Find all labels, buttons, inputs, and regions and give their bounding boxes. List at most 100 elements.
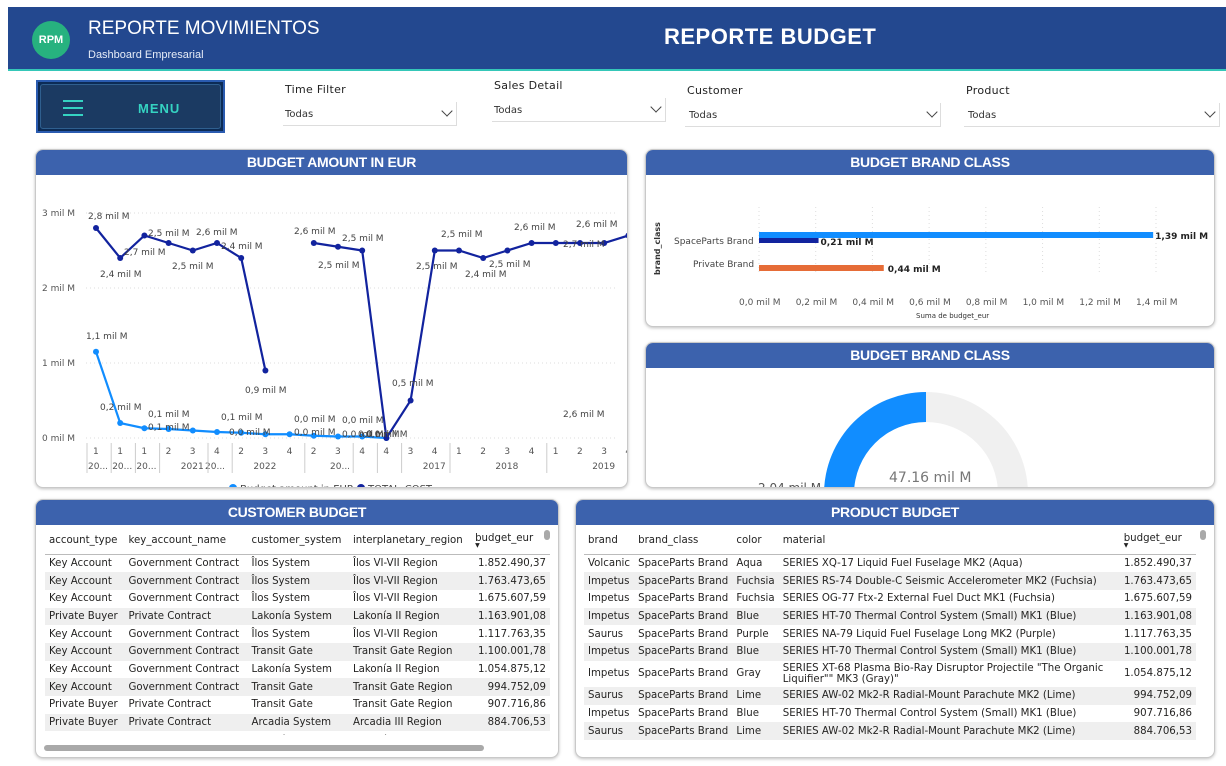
total-cost-point[interactable] — [238, 255, 245, 261]
table-cell: Transit Gate — [251, 699, 313, 711]
total-cost-point[interactable] — [310, 240, 317, 246]
table-row[interactable]: Private Buyer Private Contract Lakonía Sys… — [45, 607, 550, 626]
total-cost-point[interactable] — [214, 240, 220, 246]
total-cost-point[interactable] — [141, 232, 148, 239]
total-cost-point[interactable] — [93, 225, 99, 231]
table-row[interactable]: Impetus SpaceParts Brand Fuchsia SERIES RS-… — [584, 572, 1196, 590]
y-axis-title: brand_class — [653, 222, 662, 275]
table-row[interactable]: Key Account Government Contract Îlos Syste… — [45, 572, 550, 590]
customer-filter-dropdown[interactable] — [685, 103, 941, 127]
table-cell: Transit Gate — [247, 642, 349, 661]
vertical-scrollbar[interactable] — [1200, 530, 1206, 540]
table-cell: 1.117.763,35 — [1123, 628, 1192, 640]
legend-total-label: TOTAL_COST — [367, 484, 433, 488]
table-row[interactable]: Impetus SpaceParts Brand Gray SERIES XT-68 … — [584, 661, 1196, 687]
column-header-customer-system[interactable]: customer_system — [247, 525, 349, 555]
table-row[interactable]: Volcanic SpaceParts Brand Aqua SERIES XQ-17… — [584, 555, 1196, 573]
total-cost-point[interactable] — [504, 247, 511, 254]
table-row[interactable]: Impetus SpaceParts Brand Blue SERIES HT-70 … — [584, 705, 1196, 723]
table-row[interactable]: Key Account Government Contract Îlos Syste… — [45, 625, 550, 643]
total-cost-data-label: 2,4 mil M — [465, 270, 507, 280]
other-brand-bar[interactable] — [759, 265, 884, 271]
table-row[interactable]: Key Account Government Contract Îlos Syste… — [45, 555, 550, 573]
table-row[interactable]: Key AccountGovernment ContractLakonía Sy… — [45, 731, 550, 736]
table-cell: Key Account — [49, 628, 112, 640]
budget-amount-point[interactable] — [286, 431, 293, 438]
x-tick-label: 2 — [166, 447, 172, 457]
column-header-color[interactable]: color — [732, 525, 779, 555]
x-tick-label: 3 — [408, 447, 414, 457]
table-cell: Transit Gate — [247, 678, 349, 696]
product-budget-title: PRODUCT BUDGET — [576, 500, 1214, 525]
table-row[interactable]: Saurus SpaceParts Brand Lime SERIES AW-02 M… — [584, 722, 1196, 741]
column-header-account-type[interactable]: account_type — [45, 525, 125, 555]
budget-amount-point[interactable] — [117, 420, 124, 426]
total-cost-point[interactable] — [165, 240, 172, 246]
table-cell: SERIES RS-74 Double-C Seismic Accelerome… — [778, 572, 1120, 590]
table-row[interactable]: Impetus SpaceParts Brand Fuchsia SERIES OG-… — [584, 590, 1196, 608]
menu-button[interactable]: MENU — [36, 80, 225, 133]
table-cell: Government Contract — [125, 731, 248, 736]
column-header-budget-eur[interactable]: budget_eur ▼ — [1119, 525, 1196, 555]
table-row[interactable]: Key Account Government Contract Îlos Syste… — [45, 590, 550, 608]
table-row[interactable]: Saurus SpaceParts Brand Purple SERIES NA-79… — [584, 625, 1196, 643]
table-cell: SERIES HT-70 Thermal Control System (Sma… — [778, 607, 1120, 626]
budget-amount-point[interactable] — [141, 425, 148, 432]
column-header-key-account-name[interactable]: key_account_name — [124, 525, 248, 555]
table-row[interactable]: Impetus SpaceParts Brand Blue SERIES HT-70 … — [584, 607, 1196, 626]
sort-desc-icon: ▼ — [475, 542, 480, 549]
total-cost-point[interactable] — [189, 247, 196, 254]
total-cost-point[interactable] — [407, 397, 414, 404]
x-tick-label: 2 — [238, 447, 244, 457]
table-row[interactable]: Key Account Government Contract Transit Ga… — [45, 678, 550, 696]
table-cell: Government Contract — [124, 572, 248, 590]
total-cost-point[interactable] — [456, 247, 462, 254]
total-cost-point[interactable] — [528, 240, 535, 246]
column-header-material[interactable]: material — [778, 525, 1120, 555]
total-cost-point[interactable] — [480, 255, 487, 261]
total-cost-data-label: 2,7 mil M — [124, 248, 166, 258]
y-tick-label: 2 mil M — [42, 284, 75, 294]
table-cell: Lime — [732, 687, 779, 705]
budget-amount-point[interactable] — [335, 433, 341, 440]
flagship-brand-bar[interactable] — [759, 232, 1154, 238]
x-year-label: 2019 — [592, 462, 615, 472]
budget-amount-point[interactable] — [189, 427, 196, 434]
table-cell: SERIES OG-77 Ftx-2 External Fuel Duct MK… — [782, 593, 1056, 605]
table-cell: SERIES XQ-17 Liquid Fuel Fuselage MK2 (A… — [782, 558, 1023, 570]
table-row[interactable]: Impetus SpaceParts Brand Blue SERIES HT-70 … — [584, 642, 1196, 661]
table-cell: 907.716,86 — [1133, 708, 1192, 720]
budget-amount-point[interactable] — [93, 348, 99, 355]
column-header-brand-class[interactable]: brand_class — [634, 525, 733, 555]
total-cost-point[interactable] — [359, 247, 366, 254]
x-tick-label: 2 — [577, 447, 583, 457]
table-cell: Private Contract — [124, 713, 248, 732]
vertical-scrollbar[interactable] — [544, 530, 550, 540]
total-cost-data-label: 2,5 mil M — [416, 262, 458, 272]
total-cost-point[interactable] — [117, 255, 124, 261]
product-filter-dropdown[interactable] — [964, 103, 1220, 127]
column-header-brand[interactable]: brand — [584, 525, 635, 555]
growth-brand-bar[interactable] — [759, 238, 819, 243]
total-cost-point[interactable] — [552, 240, 559, 246]
column-header-interplanetary-region[interactable]: interplanetary_region — [348, 525, 472, 555]
total-cost-point[interactable] — [262, 367, 269, 374]
table-row[interactable]: Key AccountGovernment ContractLakonía Sy… — [45, 661, 550, 679]
table-row[interactable]: Private Buyer Private Contract Transit Gat… — [45, 696, 550, 714]
total-cost-point[interactable] — [335, 243, 341, 250]
customer-filter-value: Todas — [689, 110, 718, 121]
table-cell: 994.752,09 — [471, 678, 550, 696]
column-header-budget-eur[interactable]: budget_eur ▼ — [471, 525, 550, 555]
table-cell: Volcanic — [588, 558, 630, 570]
total-cost-point[interactable] — [431, 247, 438, 254]
x-tick-label: 3 — [262, 447, 268, 457]
table-cell: Private Contract — [124, 607, 248, 626]
budget-amount-point[interactable] — [214, 429, 220, 435]
horizontal-scrollbar[interactable] — [44, 745, 484, 751]
total-cost-data-label: 2,8 mil M — [88, 212, 130, 222]
table-row[interactable]: Private Buyer Private Contract Arcadia Sys… — [45, 713, 550, 732]
table-cell: Private Buyer — [45, 713, 125, 732]
table-row[interactable]: Saurus SpaceParts Brand Lime SERIES AW-02 M… — [584, 687, 1196, 705]
table-row[interactable]: Key Account Government Contract Transit Ga… — [45, 642, 550, 661]
total-cost-point[interactable] — [625, 232, 628, 239]
